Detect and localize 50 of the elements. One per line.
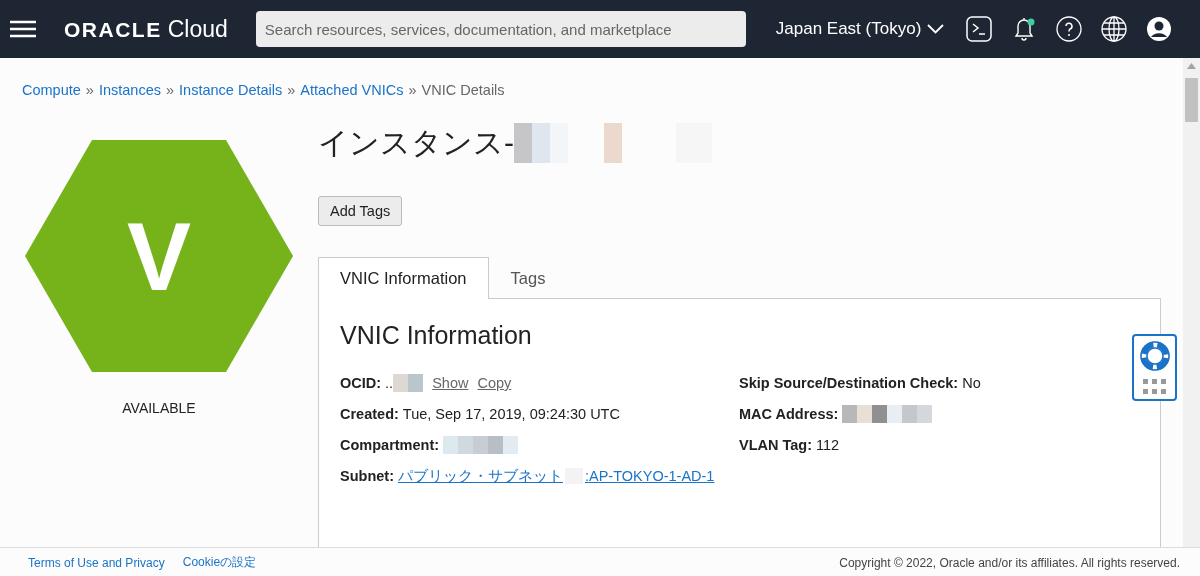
breadcrumb-separator: » (287, 82, 296, 98)
field-label: Subnet: (340, 467, 394, 485)
field-value: Tue, Sep 17, 2019, 09:24:30 UTC (402, 405, 620, 423)
field-label: Created: (340, 405, 399, 423)
help-icon[interactable] (1056, 16, 1083, 42)
breadcrumb-current: VNIC Details (421, 82, 505, 98)
help-widget[interactable] (1132, 334, 1177, 401)
lifecycle-state: AVAILABLE (122, 400, 196, 416)
subnet-link[interactable]: 1 (706, 467, 715, 485)
add-tags-button[interactable]: Add Tags (318, 196, 403, 226)
scrollbar-thumb[interactable] (1185, 78, 1198, 122)
breadcrumb-link[interactable]: Attached VNICs (300, 82, 404, 98)
logo-brand: ORACLE (64, 17, 162, 42)
field-value: .. (385, 374, 394, 392)
grid-dots-icon (1142, 379, 1167, 395)
tab[interactable]: VNIC Information (318, 257, 489, 299)
chevron-icon (927, 24, 945, 34)
terminal-icon[interactable] (966, 16, 993, 42)
user-avatar-icon[interactable] (1146, 16, 1173, 42)
globe-icon[interactable] (1101, 16, 1128, 42)
search-field[interactable]: Search resources, services, documentation, and marketplace (255, 11, 746, 47)
footer-link[interactable]: Terms of Use and Privacy (28, 555, 165, 570)
action-link[interactable]: Copy (477, 374, 512, 392)
subnet-link[interactable]: パブリック・サブネット (397, 467, 563, 485)
breadcrumb-link[interactable]: Instances (98, 82, 161, 98)
lifebuoy-icon (1139, 341, 1170, 371)
field-value: 112 (816, 436, 840, 454)
section-heading: VNIC Information (340, 321, 533, 350)
breadcrumb-link[interactable]: Compute (22, 82, 81, 98)
region-selector[interactable]: Japan East (Tokyo) (775, 19, 945, 39)
scrollbar[interactable] (1183, 58, 1200, 547)
breadcrumb-separator: » (408, 82, 417, 98)
field-label: Skip Source/Destination Check: (739, 374, 959, 392)
action-link[interactable]: Show (432, 374, 469, 392)
breadcrumb-separator: » (85, 82, 94, 98)
field-label: VLAN Tag: (739, 436, 813, 454)
field-value: No (962, 374, 981, 392)
copyright-text: Copyright © 2022, Oracle and/or its affiliates. All rights reserved. (839, 555, 1180, 570)
subnet-link[interactable]: :AP-TOKYO-1-AD- (584, 467, 707, 485)
page-title: インスタンス- (318, 124, 514, 161)
field-label: Compartment: (340, 436, 440, 454)
field-label: MAC Address: (739, 405, 839, 423)
breadcrumb-link[interactable]: Instance Details (179, 82, 283, 98)
tab[interactable]: Tags (488, 257, 568, 299)
logo-product: Cloud (167, 15, 228, 43)
breadcrumb-separator: » (166, 82, 175, 98)
footer-link[interactable]: Cookieの設定 (182, 554, 257, 571)
field-label: OCID: (340, 374, 382, 392)
resource-hexagon-icon: V (25, 140, 293, 372)
menu-icon[interactable] (10, 20, 36, 38)
